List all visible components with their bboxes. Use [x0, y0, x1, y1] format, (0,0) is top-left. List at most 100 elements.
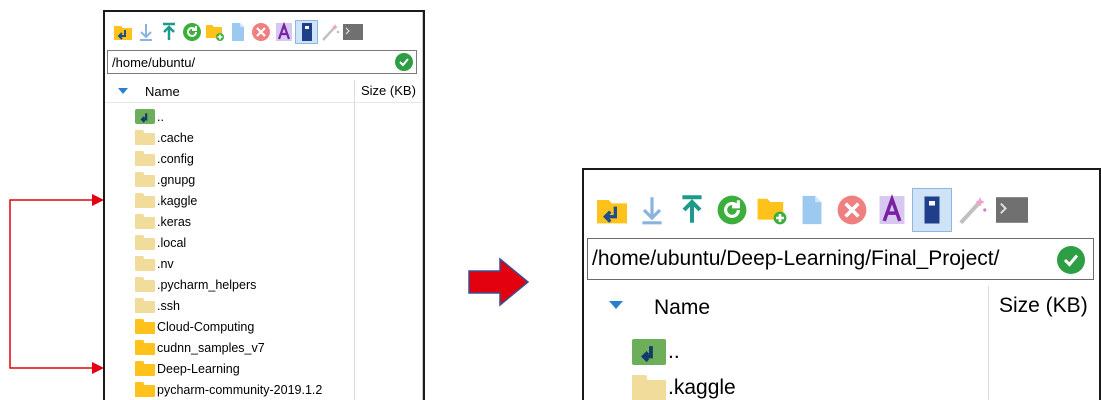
- column-name-header[interactable]: Name: [654, 296, 710, 320]
- column-size-header[interactable]: Size (KB): [988, 286, 1088, 326]
- toolbar: [111, 20, 364, 44]
- folder-icon: [135, 277, 155, 292]
- item-name: cudnn_samples_v7: [157, 340, 265, 355]
- terminal-button[interactable]: [341, 20, 364, 44]
- toolbar: [592, 188, 1032, 232]
- checkmark-icon: [399, 58, 409, 67]
- path-bar[interactable]: /home/ubuntu/: [107, 50, 417, 74]
- properties-icon: [301, 22, 313, 42]
- folder-icon: [135, 193, 155, 208]
- list-item[interactable]: .local: [135, 232, 186, 253]
- item-name: .pycharm_helpers: [157, 277, 257, 292]
- list-item[interactable]: pycharm-community-2019.1.2: [135, 379, 322, 400]
- size-column-divider: [988, 326, 989, 400]
- item-name: .local: [157, 235, 187, 250]
- go-button[interactable]: [1057, 246, 1085, 274]
- folder-icon: [135, 151, 155, 166]
- new-folder-icon: [756, 195, 788, 225]
- right-file-panel: /home/ubuntu/Deep-Learning/Final_Project…: [582, 168, 1101, 400]
- left-file-panel: /home/ubuntu/ Name Size (KB) .. .cache .co…: [103, 10, 425, 400]
- folder-icon: [135, 214, 155, 229]
- rename-button[interactable]: [872, 188, 912, 232]
- item-name: .kaggle: [668, 376, 736, 399]
- properties-button[interactable]: [912, 188, 952, 232]
- folder-icon: [135, 340, 155, 355]
- download-icon: [138, 22, 154, 42]
- parent-folder-icon: [632, 339, 666, 365]
- rename-button[interactable]: [272, 20, 295, 44]
- refresh-button[interactable]: [712, 188, 752, 232]
- path-bar[interactable]: /home/ubuntu/Deep-Learning/Final_Project…: [587, 238, 1094, 280]
- sort-arrow-icon[interactable]: [609, 301, 623, 309]
- terminal-button[interactable]: [992, 188, 1032, 232]
- properties-button[interactable]: [295, 20, 318, 44]
- refresh-button[interactable]: [180, 20, 203, 44]
- item-name: ..: [668, 340, 680, 363]
- column-size-header[interactable]: Size (KB): [354, 80, 416, 102]
- list-item[interactable]: .pycharm_helpers: [135, 274, 256, 295]
- parent-directory-icon: [595, 195, 629, 225]
- item-name: .config: [157, 151, 194, 166]
- download-button[interactable]: [134, 20, 157, 44]
- column-header: Name Size (KB): [105, 80, 423, 103]
- item-name: .nv: [157, 256, 174, 271]
- list-item[interactable]: ..: [135, 106, 164, 127]
- parent-directory-button[interactable]: [111, 20, 134, 44]
- folder-icon: [135, 382, 155, 397]
- list-item[interactable]: .keras: [135, 211, 191, 232]
- upload-icon: [679, 194, 705, 226]
- item-name: Deep-Learning: [157, 361, 240, 376]
- new-file-button[interactable]: [226, 20, 249, 44]
- new-folder-button[interactable]: [752, 188, 792, 232]
- list-item[interactable]: Deep-Learning: [135, 358, 240, 379]
- item-name: .kaggle: [157, 193, 198, 208]
- bracket-connector: [9, 199, 102, 369]
- delete-button[interactable]: [249, 20, 272, 44]
- upload-button[interactable]: [157, 20, 180, 44]
- item-name: .keras: [157, 214, 192, 229]
- item-name: .ssh: [157, 298, 180, 313]
- list-item[interactable]: Cloud-Computing: [135, 316, 254, 337]
- download-icon: [639, 194, 665, 226]
- parent-folder-icon: [135, 109, 155, 124]
- upload-button[interactable]: [672, 188, 712, 232]
- list-item[interactable]: cudnn_samples_v7: [135, 337, 265, 358]
- sort-arrow-icon[interactable]: [118, 88, 128, 94]
- list-item[interactable]: .kaggle: [135, 190, 197, 211]
- delete-icon: [251, 22, 271, 42]
- list-item[interactable]: .gnupg: [135, 169, 195, 190]
- folder-icon: [135, 172, 155, 187]
- go-button[interactable]: [395, 53, 413, 71]
- new-folder-icon: [205, 23, 225, 41]
- path-input[interactable]: /home/ubuntu/Deep-Learning/Final_Project…: [592, 247, 999, 271]
- delete-button[interactable]: [832, 188, 872, 232]
- refresh-icon: [182, 22, 202, 42]
- magic-wand-icon: [956, 194, 988, 226]
- list-item[interactable]: .kaggle: [632, 370, 736, 400]
- parent-directory-button[interactable]: [592, 188, 632, 232]
- list-item[interactable]: ..: [632, 334, 680, 370]
- path-input[interactable]: /home/ubuntu/: [112, 55, 195, 70]
- list-item[interactable]: .config: [135, 148, 194, 169]
- properties-icon: [923, 194, 941, 226]
- upload-icon: [161, 22, 177, 42]
- list-item[interactable]: .ssh: [135, 295, 180, 316]
- list-item[interactable]: .cache: [135, 127, 194, 148]
- size-column-divider: [354, 102, 355, 400]
- magic-wand-icon: [320, 22, 340, 42]
- column-name-header[interactable]: Name: [145, 84, 180, 99]
- folder-icon: [135, 256, 155, 271]
- new-file-button[interactable]: [792, 188, 832, 232]
- download-button[interactable]: [632, 188, 672, 232]
- rename-icon: [275, 22, 293, 42]
- folder-icon: [135, 235, 155, 250]
- new-file-icon: [801, 194, 823, 226]
- folder-icon: [135, 130, 155, 145]
- item-name: pycharm-community-2019.1.2: [157, 382, 323, 397]
- refresh-icon: [716, 194, 748, 226]
- folder-icon: [135, 361, 155, 376]
- magic-wand-button[interactable]: [318, 20, 341, 44]
- magic-wand-button[interactable]: [952, 188, 992, 232]
- new-folder-button[interactable]: [203, 20, 226, 44]
- list-item[interactable]: .nv: [135, 253, 174, 274]
